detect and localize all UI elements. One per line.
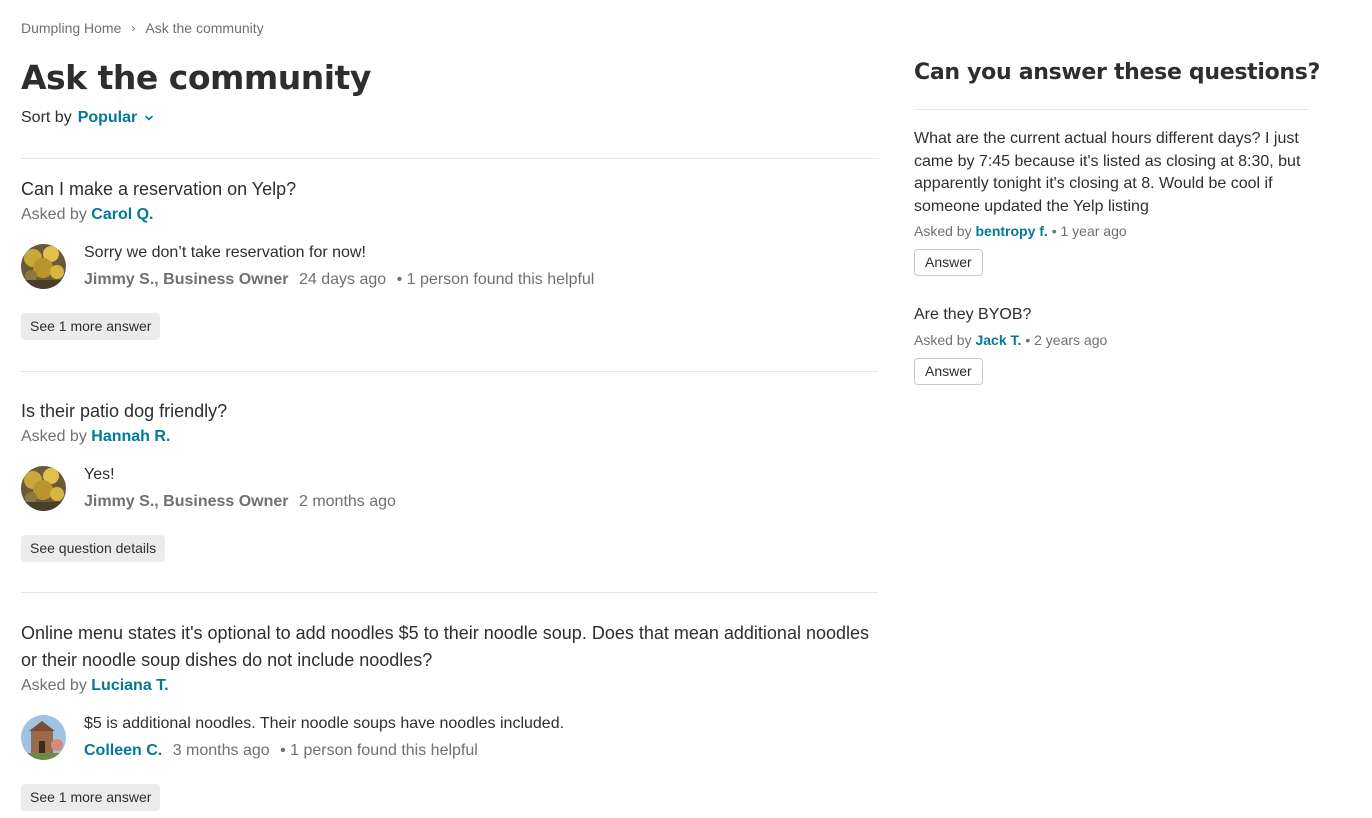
helpful-count: • 1 person found this helpful — [396, 271, 595, 288]
breadcrumb-current: Ask the community — [145, 20, 264, 36]
question-item: Is their patio dog friendly? Asked by Ha… — [21, 398, 878, 562]
unanswered-question-text[interactable]: What are the current actual hours differ… — [914, 128, 1309, 218]
answer-button[interactable]: Answer — [914, 357, 983, 385]
asked-by: Asked by bentropy f. • 1 year ago — [914, 223, 1309, 239]
asked-by-label: Asked by — [21, 428, 87, 445]
asker-link[interactable]: Hannah R. — [91, 428, 170, 445]
breadcrumb-home-link[interactable]: Dumpling Home — [21, 20, 121, 36]
answer-author-link[interactable]: Colleen C. — [84, 742, 162, 759]
answer-text: Sorry we don’t take reservation for now! — [84, 244, 366, 261]
answer-text: $5 is additional noodles. Their noodle s… — [84, 715, 565, 732]
asker-link[interactable]: Carol Q. — [91, 206, 153, 223]
see-more-answer-button[interactable]: See 1 more answer — [21, 313, 161, 340]
question-item: Online menu states it's optional to add … — [21, 620, 878, 811]
answer: Sorry we don’t take reservation for now!… — [21, 243, 878, 291]
question-title[interactable]: Is their patio dog friendly? — [21, 398, 878, 425]
answer-time: 24 days ago — [298, 271, 387, 288]
divider — [21, 371, 878, 372]
question-item: Can I make a reservation on Yelp? Asked … — [21, 176, 878, 340]
asker-link[interactable]: bentropy f. — [975, 223, 1047, 239]
avatar[interactable] — [21, 715, 66, 760]
helpful-count: • 1 person found this helpful — [280, 742, 478, 759]
question-time: • 2 years ago — [1025, 331, 1108, 348]
asker-link[interactable]: Luciana T. — [91, 677, 168, 694]
divider — [21, 158, 878, 159]
question-title[interactable]: Can I make a reservation on Yelp? — [21, 176, 878, 203]
answer-meta: Colleen C. 3 months ago • 1 person found… — [84, 742, 478, 760]
asker-link[interactable]: Jack T. — [975, 332, 1021, 348]
sort-control: Sort by Popular — [21, 109, 154, 127]
unanswered-question: Are they BYOB? Asked by Jack T. • 2 year… — [914, 304, 1309, 385]
sidebar-title: Can you answer these questions? — [914, 60, 1321, 85]
answer-meta: Jimmy S., Business Owner 2 months ago — [84, 493, 396, 511]
see-question-details-button[interactable]: See question details — [21, 535, 166, 562]
asked-by: Asked by Jack T. • 2 years ago — [914, 332, 1309, 348]
see-more-answer-button[interactable]: See 1 more answer — [21, 784, 161, 811]
answer-author-link[interactable]: Jimmy S., Business Owner — [84, 493, 289, 510]
unanswered-question-text[interactable]: Are they BYOB? — [914, 304, 1309, 327]
sort-value: Popular — [77, 109, 138, 126]
answer-meta: Jimmy S., Business Owner 24 days ago • 1… — [84, 271, 594, 289]
breadcrumb: Dumpling Home › Ask the community — [21, 20, 264, 36]
avatar[interactable] — [21, 244, 66, 289]
asked-by-label: Asked by — [914, 331, 972, 348]
avatar[interactable] — [21, 466, 66, 511]
chevron-right-icon: › — [131, 21, 136, 35]
asked-by-label: Asked by — [21, 677, 87, 694]
asked-by: Asked by Luciana T. — [21, 677, 878, 695]
divider — [914, 109, 1309, 110]
asked-by-label: Asked by — [914, 223, 972, 239]
answer: Yes! Jimmy S., Business Owner 2 months a… — [21, 465, 878, 513]
answer-author-link[interactable]: Jimmy S., Business Owner — [84, 271, 289, 288]
answer-text: Yes! — [84, 466, 115, 483]
sort-dropdown[interactable]: Popular — [78, 109, 155, 127]
answer: $5 is additional noodles. Their noodle s… — [21, 714, 878, 762]
page-title: Ask the community — [21, 58, 371, 97]
question-title[interactable]: Online menu states it's optional to add … — [21, 620, 878, 674]
asked-by: Asked by Hannah R. — [21, 428, 878, 446]
divider — [21, 592, 878, 593]
chevron-down-icon — [145, 115, 154, 121]
asked-by-label: Asked by — [21, 206, 87, 223]
answer-time: 3 months ago — [172, 742, 270, 759]
unanswered-question: What are the current actual hours differ… — [914, 128, 1309, 276]
answer-button[interactable]: Answer — [914, 249, 983, 276]
sort-label: Sort by — [21, 109, 72, 126]
question-time: • 1 year ago — [1051, 223, 1127, 239]
answer-time: 2 months ago — [298, 493, 396, 510]
asked-by: Asked by Carol Q. — [21, 206, 878, 224]
